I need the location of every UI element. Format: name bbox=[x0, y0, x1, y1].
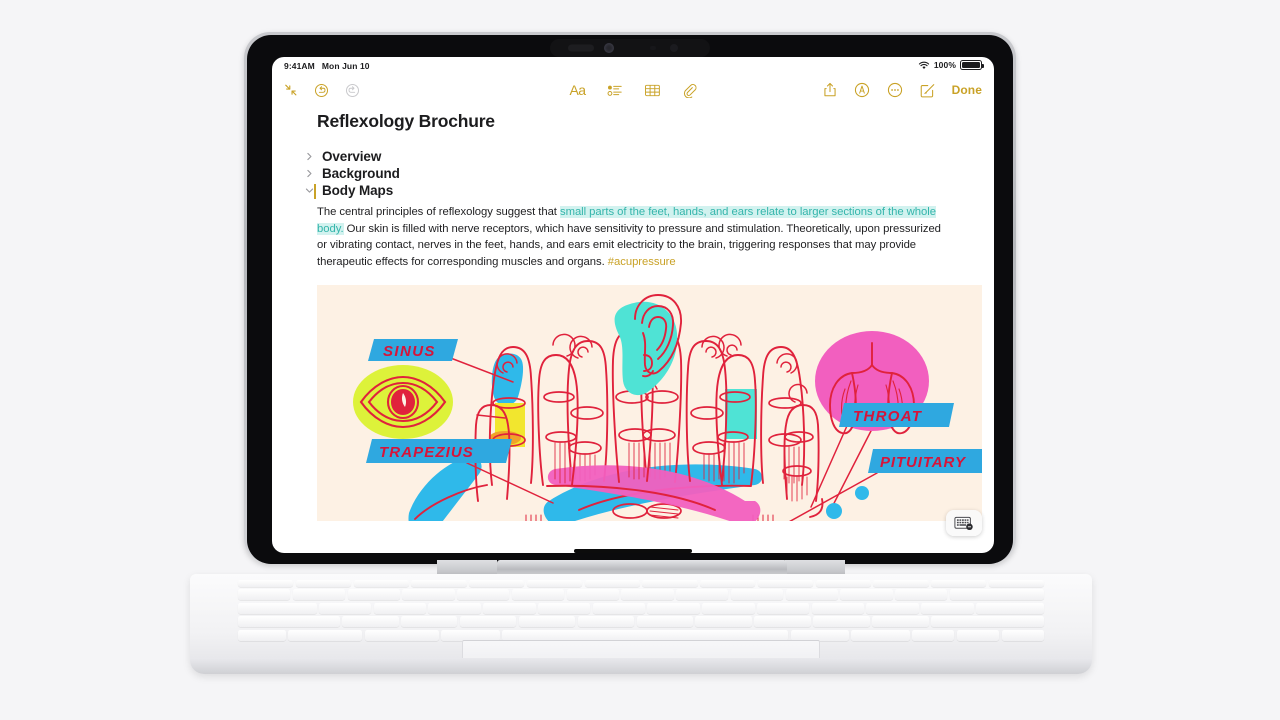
wifi-icon bbox=[918, 61, 929, 69]
note-paragraph[interactable]: The central principles of reflexology su… bbox=[317, 204, 949, 270]
section-body-maps[interactable]: Body Maps bbox=[272, 182, 994, 199]
home-indicator bbox=[574, 549, 692, 553]
status-time: 9:41AM bbox=[284, 61, 315, 71]
status-bar-right: 100% bbox=[918, 60, 984, 70]
svg-text:PITUITARY: PITUITARY bbox=[880, 454, 967, 471]
screenshot-root: 9:41AM Mon Jun 10 100% Aa Done Reflexolo… bbox=[0, 0, 1280, 720]
attachment-icon[interactable] bbox=[683, 83, 697, 98]
paragraph-lead: The central principles of reflexology su… bbox=[317, 206, 560, 218]
home-row[interactable] bbox=[238, 616, 1044, 628]
hinge-arm-left bbox=[437, 560, 497, 575]
eye-illustration bbox=[353, 365, 453, 440]
status-date: Mon Jun 10 bbox=[321, 61, 370, 71]
label-throat: THROAT bbox=[839, 403, 954, 428]
keyboard-deck bbox=[190, 574, 1092, 674]
svg-text:SINUS: SINUS bbox=[383, 343, 436, 360]
face-id-sensor-icon bbox=[670, 44, 678, 52]
redo-icon[interactable] bbox=[345, 83, 360, 98]
share-icon[interactable] bbox=[823, 82, 837, 98]
svg-text:THROAT: THROAT bbox=[853, 408, 923, 425]
keyboard-shortcut-button[interactable] bbox=[946, 510, 982, 536]
note-document: Reflexology Brochure Overview Background… bbox=[272, 111, 994, 553]
bottom-row[interactable] bbox=[238, 629, 1045, 641]
ipad-screen: 9:41AM Mon Jun 10 100% Aa Done Reflexolo… bbox=[272, 57, 994, 553]
checklist-icon[interactable] bbox=[607, 84, 623, 97]
section-label: Body Maps bbox=[322, 183, 394, 198]
table-icon[interactable] bbox=[645, 84, 661, 97]
note-toolbar: Aa Done bbox=[272, 74, 994, 106]
svg-text:TRAPEZIUS: TRAPEZIUS bbox=[379, 444, 474, 461]
section-label: Background bbox=[322, 166, 400, 181]
toolbar-center-group: Aa bbox=[569, 82, 697, 98]
number-row[interactable] bbox=[238, 589, 1044, 601]
battery-icon bbox=[960, 60, 984, 70]
compose-icon[interactable] bbox=[920, 83, 935, 98]
device-bezel: 9:41AM Mon Jun 10 100% Aa Done Reflexolo… bbox=[247, 35, 1013, 564]
status-bar: 9:41AM Mon Jun 10 100% bbox=[272, 57, 994, 74]
ipad-device: 9:41AM Mon Jun 10 100% Aa Done Reflexolo… bbox=[244, 32, 1016, 564]
ambient-sensor-icon bbox=[650, 46, 656, 50]
reflexology-hands-diagram[interactable]: SINUS TRAPEZIUS THROAT PITUITARY bbox=[317, 285, 982, 522]
trackpad[interactable] bbox=[462, 640, 820, 673]
text-cursor bbox=[314, 184, 316, 199]
magic-keyboard bbox=[190, 560, 1092, 692]
front-camera-icon bbox=[604, 43, 614, 53]
toolbar-left-group bbox=[284, 83, 360, 98]
battery-percent: 100% bbox=[933, 60, 956, 70]
function-row[interactable] bbox=[238, 580, 1045, 587]
chevron-down-icon[interactable] bbox=[305, 186, 314, 195]
section-list: Overview Background Body Maps bbox=[272, 148, 994, 199]
undo-icon[interactable] bbox=[314, 83, 329, 98]
section-overview[interactable]: Overview bbox=[272, 148, 994, 165]
collapse-icon[interactable] bbox=[284, 83, 298, 97]
hinge-arm-right bbox=[785, 560, 845, 575]
keyboard-icon bbox=[954, 516, 973, 530]
format-text-icon[interactable]: Aa bbox=[569, 82, 586, 98]
page-title: Reflexology Brochure bbox=[317, 111, 495, 131]
chevron-right-icon[interactable] bbox=[305, 152, 314, 161]
status-bar-left: 9:41AM Mon Jun 10 bbox=[284, 61, 370, 71]
toolbar-right-group: Done bbox=[823, 82, 982, 98]
hashtag-link[interactable]: #acupressure bbox=[608, 256, 676, 268]
more-icon[interactable] bbox=[887, 82, 903, 98]
label-trapezius: TRAPEZIUS bbox=[366, 439, 512, 464]
label-pituitary: PITUITARY bbox=[868, 449, 982, 474]
qwerty-row[interactable] bbox=[238, 602, 1044, 614]
section-background[interactable]: Background bbox=[272, 165, 994, 182]
done-button[interactable]: Done bbox=[952, 83, 982, 97]
speaker-grille-icon bbox=[568, 44, 594, 52]
key-grid[interactable] bbox=[238, 580, 1045, 641]
markup-icon[interactable] bbox=[854, 82, 870, 98]
label-sinus: SINUS bbox=[368, 339, 458, 362]
chevron-right-icon[interactable] bbox=[305, 169, 314, 178]
section-label: Overview bbox=[322, 149, 382, 164]
camera-module bbox=[550, 39, 710, 57]
